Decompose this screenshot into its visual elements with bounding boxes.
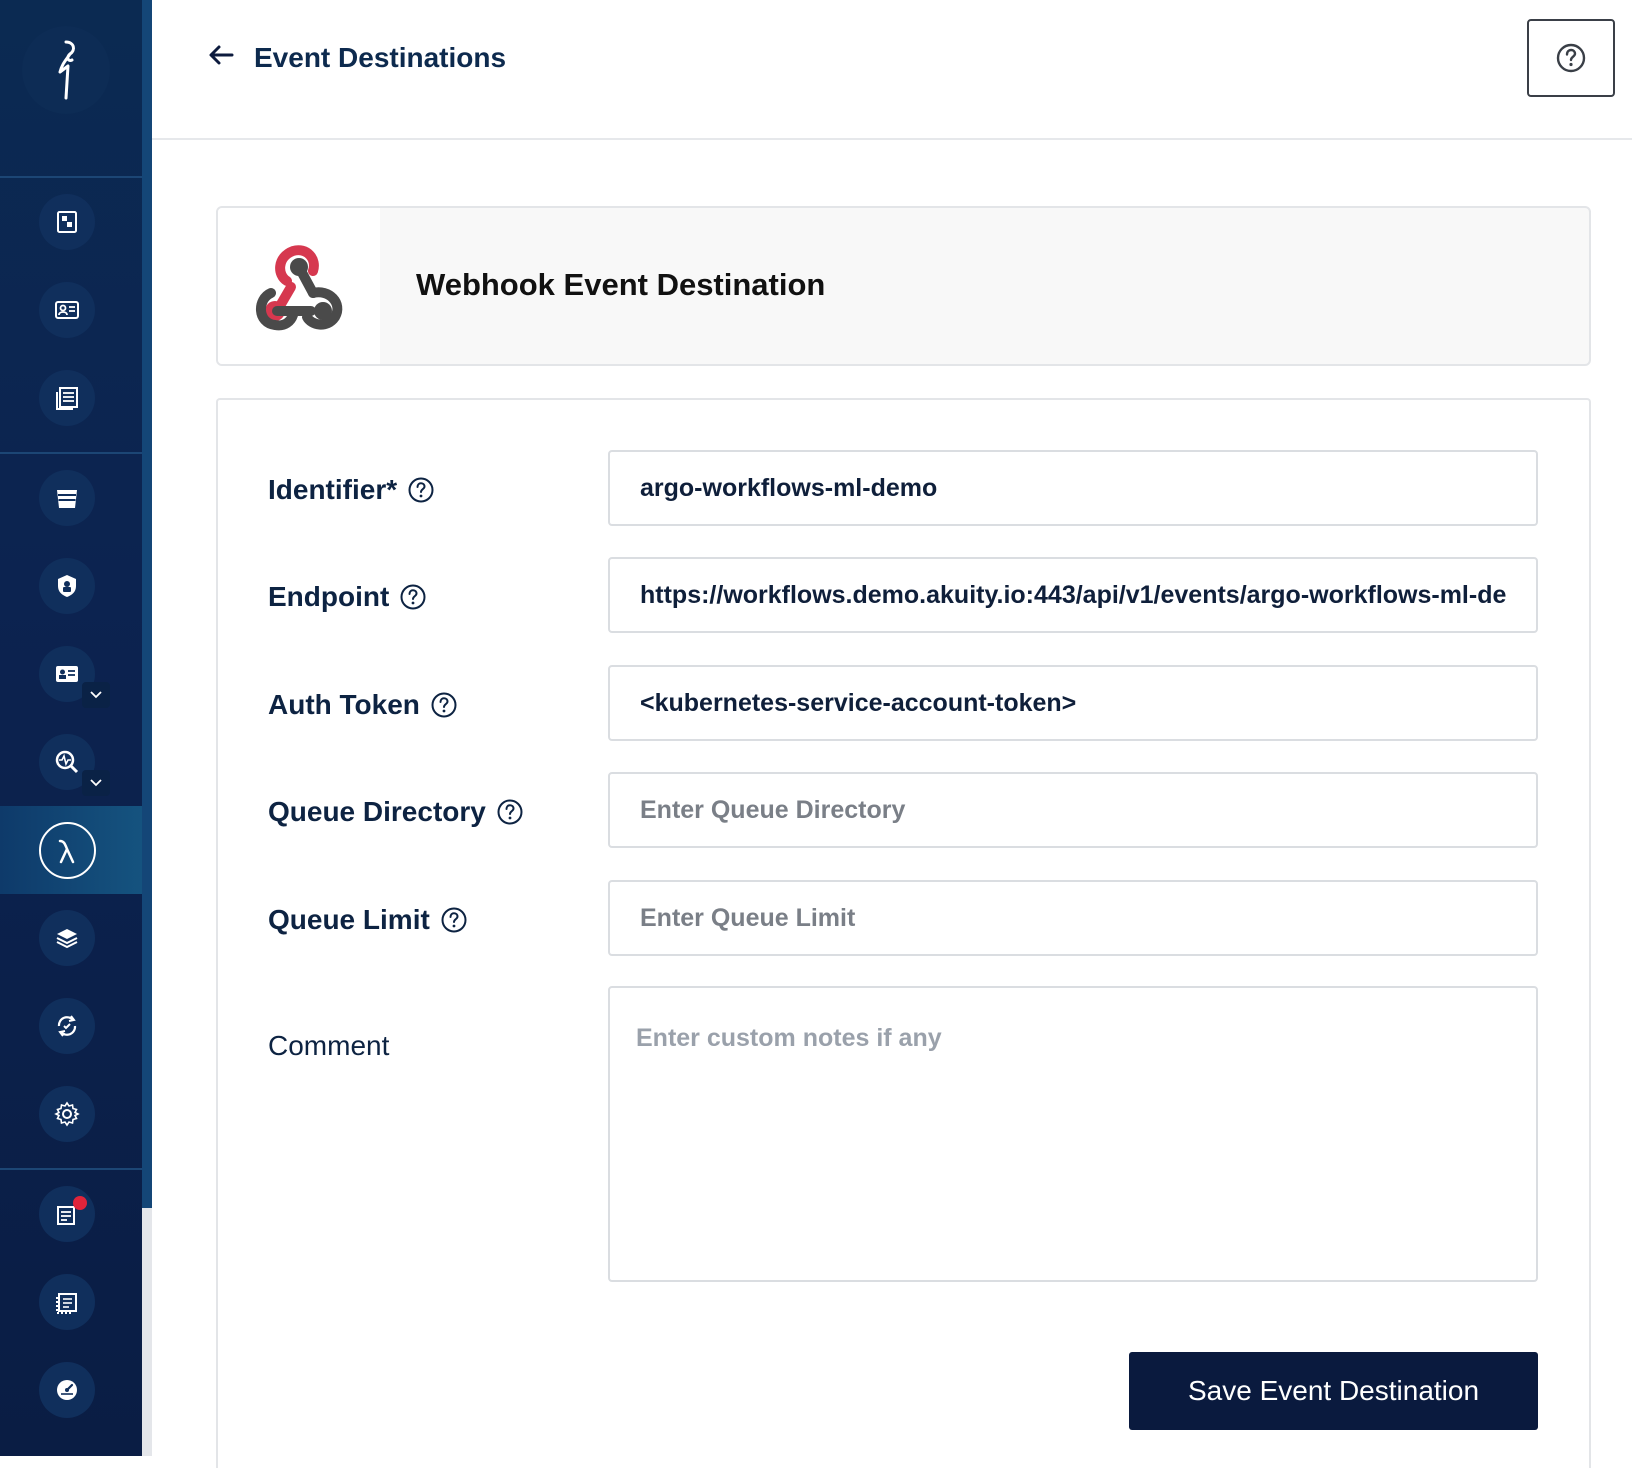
identity-icon [58, 575, 76, 597]
settings-icon [54, 1101, 80, 1127]
page-title[interactable]: Event Destinations [254, 40, 506, 76]
inspect-icon [56, 1293, 77, 1314]
destination-title: Webhook Event Destination [416, 267, 826, 302]
comment-label: Comment [268, 1030, 390, 1061]
sidebar-item-settings[interactable] [39, 1086, 95, 1142]
access-keys-icon [55, 301, 79, 319]
sidebar-item-inspect[interactable] [39, 1274, 95, 1330]
sidebar-item-license[interactable] [39, 1186, 95, 1242]
monitoring-icon [55, 750, 79, 774]
endpoint-label-text: Endpoint [268, 581, 390, 612]
sidebar-scrollbar-thumb[interactable] [142, 0, 152, 1208]
endpoint-input[interactable] [608, 557, 1538, 633]
flamingo-logo-icon [58, 40, 75, 100]
monitoring-expand-toggle[interactable] [82, 770, 110, 796]
health-icon [57, 1380, 77, 1400]
page-header: Event Destinations [152, 0, 1632, 140]
chevron-down-icon [90, 691, 102, 699]
help-button[interactable] [1527, 19, 1615, 97]
back-button[interactable] [206, 40, 236, 70]
sidebar-item-documentation[interactable] [39, 370, 95, 426]
help-circle-icon[interactable] [430, 691, 458, 719]
help-circle-icon[interactable] [399, 583, 427, 611]
help-circle-icon[interactable] [496, 798, 524, 826]
queue-directory-input[interactable] [608, 772, 1538, 848]
bucket-list-icon [57, 490, 77, 508]
sidebar-item-replication[interactable] [39, 998, 95, 1054]
sidebar-item-tiers[interactable] [39, 910, 95, 966]
queue-limit-label: Queue Limit [268, 902, 468, 938]
queue-directory-label-text: Queue Directory [268, 796, 486, 827]
arrow-left-icon [209, 45, 234, 65]
queue-limit-input[interactable] [608, 880, 1538, 956]
save-event-destination-button[interactable]: Save Event Destination [1129, 1352, 1538, 1430]
identifier-label-text: Identifier* [268, 474, 398, 505]
sidebar-item-buckets[interactable] [39, 194, 95, 250]
destination-type-card: Webhook Event Destination [216, 206, 1591, 366]
tiers-icon [56, 929, 78, 949]
sidebar-item-events[interactable] [39, 822, 96, 879]
sidebar-divider [0, 452, 142, 454]
sidebar-item-health[interactable] [39, 1362, 95, 1418]
queue-limit-label-text: Queue Limit [268, 904, 430, 935]
auth-token-label: Auth Token [268, 687, 458, 723]
help-circle-icon[interactable] [407, 476, 435, 504]
sidebar-item-bucket-list[interactable] [39, 470, 95, 526]
sidebar-divider [0, 176, 142, 178]
directory-icon [56, 666, 78, 682]
minio-logo[interactable] [22, 26, 110, 114]
sidebar-divider [0, 1168, 142, 1170]
notification-badge [73, 1196, 87, 1210]
sidebar [0, 0, 142, 1456]
comment-textarea[interactable] [608, 986, 1538, 1282]
endpoint-label: Endpoint [268, 579, 427, 615]
documentation-icon [56, 387, 78, 410]
lambda-icon [58, 839, 74, 863]
identifier-input[interactable] [608, 450, 1538, 526]
chevron-down-icon [90, 779, 102, 787]
queue-directory-label: Queue Directory [268, 794, 524, 830]
sidebar-item-identity[interactable] [39, 558, 95, 614]
replication-icon [57, 1015, 77, 1037]
webhook-icon [256, 245, 343, 331]
directory-expand-toggle[interactable] [82, 682, 110, 708]
buckets-icon [57, 211, 77, 233]
webhook-logo-box [218, 208, 380, 364]
identifier-label: Identifier* [268, 472, 435, 508]
auth-token-input[interactable] [608, 665, 1538, 741]
help-circle-icon[interactable] [440, 906, 468, 934]
help-circle-icon [1556, 43, 1586, 73]
auth-token-label-text: Auth Token [268, 689, 420, 720]
sidebar-item-access-keys[interactable] [39, 282, 95, 338]
